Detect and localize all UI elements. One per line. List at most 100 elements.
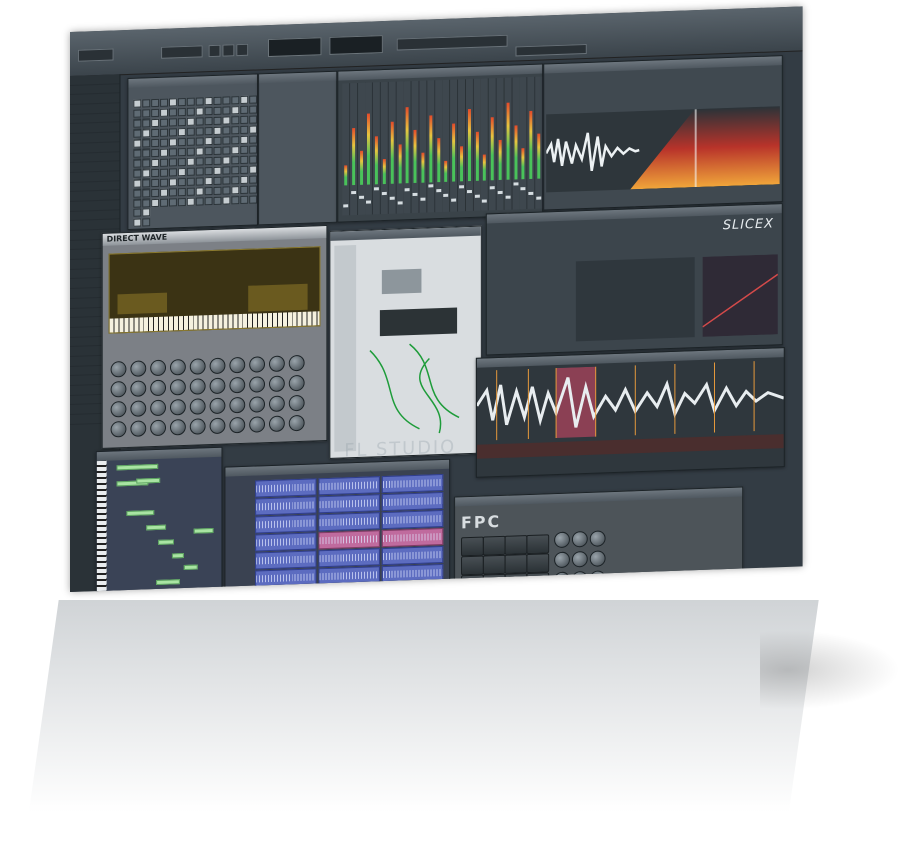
mixer-channel[interactable] bbox=[458, 79, 466, 212]
pattern-clip[interactable] bbox=[381, 509, 444, 530]
tempo-display[interactable] bbox=[268, 37, 322, 58]
knob[interactable] bbox=[189, 398, 206, 415]
volume-fader[interactable] bbox=[443, 193, 449, 197]
knob[interactable] bbox=[268, 355, 285, 373]
knob[interactable] bbox=[589, 550, 606, 567]
step-cell[interactable] bbox=[151, 198, 160, 208]
step-cell[interactable] bbox=[213, 196, 222, 205]
knob[interactable] bbox=[229, 416, 246, 434]
drum-pad[interactable] bbox=[526, 591, 550, 592]
pattern-clip[interactable] bbox=[255, 550, 317, 570]
step-cell[interactable] bbox=[240, 195, 249, 205]
module-list[interactable] bbox=[334, 245, 357, 452]
mixer-channel[interactable] bbox=[396, 81, 405, 214]
volume-fader[interactable] bbox=[389, 196, 395, 200]
knob[interactable] bbox=[288, 374, 305, 392]
module-box[interactable] bbox=[381, 268, 422, 295]
mixer-channel[interactable] bbox=[342, 83, 351, 216]
volume-fader[interactable] bbox=[397, 201, 403, 205]
pattern-clip[interactable] bbox=[255, 478, 317, 498]
volume-fader[interactable] bbox=[420, 197, 426, 201]
step-cell[interactable] bbox=[142, 218, 151, 227]
knob[interactable] bbox=[110, 401, 127, 418]
step-cell[interactable] bbox=[231, 196, 240, 205]
mixer-channel[interactable] bbox=[427, 80, 436, 213]
volume-fader[interactable] bbox=[435, 189, 441, 193]
pattern-clip[interactable] bbox=[381, 527, 444, 548]
pattern-clip[interactable] bbox=[255, 496, 317, 516]
zone-block[interactable] bbox=[248, 283, 308, 312]
effect-module[interactable] bbox=[379, 307, 458, 337]
knob[interactable] bbox=[249, 376, 266, 393]
step-cell[interactable] bbox=[195, 197, 204, 206]
knob[interactable] bbox=[571, 550, 588, 568]
knob[interactable] bbox=[554, 571, 570, 589]
knob[interactable] bbox=[169, 398, 186, 416]
shortcut-bar[interactable] bbox=[396, 34, 508, 51]
pattern-clip[interactable] bbox=[255, 532, 317, 552]
knob[interactable] bbox=[169, 378, 186, 396]
step-cell[interactable] bbox=[142, 199, 151, 208]
pattern-clip[interactable] bbox=[318, 512, 380, 532]
pattern-clip[interactable] bbox=[318, 530, 380, 550]
mixer-channel[interactable] bbox=[488, 78, 497, 211]
pattern-clip[interactable] bbox=[318, 548, 380, 568]
drum-pad[interactable] bbox=[504, 573, 528, 592]
knob[interactable] bbox=[229, 396, 246, 414]
knob[interactable] bbox=[268, 415, 285, 433]
knob[interactable] bbox=[571, 570, 588, 588]
volume-fader[interactable] bbox=[520, 187, 526, 191]
volume-fader[interactable] bbox=[366, 200, 372, 204]
knob[interactable] bbox=[288, 354, 305, 372]
drum-pad[interactable] bbox=[526, 572, 550, 592]
knob[interactable] bbox=[150, 419, 167, 437]
knob[interactable] bbox=[209, 377, 226, 395]
mixer-channel[interactable] bbox=[349, 82, 358, 216]
waveform-display[interactable] bbox=[546, 106, 780, 193]
volume-fader[interactable] bbox=[513, 182, 519, 186]
mixer-channel[interactable] bbox=[388, 81, 397, 214]
stop-button[interactable] bbox=[222, 44, 235, 57]
volume-fader[interactable] bbox=[381, 191, 387, 196]
knob[interactable] bbox=[130, 360, 147, 377]
step-cell[interactable] bbox=[160, 198, 169, 207]
note[interactable] bbox=[158, 539, 174, 545]
volume-fader[interactable] bbox=[405, 188, 410, 192]
mixer-channel[interactable] bbox=[434, 79, 443, 213]
knob[interactable] bbox=[150, 399, 167, 417]
knob[interactable] bbox=[229, 356, 246, 374]
pattern-clip[interactable] bbox=[255, 514, 317, 534]
drum-pad[interactable] bbox=[482, 554, 506, 575]
pattern-clip[interactable] bbox=[381, 563, 444, 584]
knob[interactable] bbox=[189, 418, 206, 435]
volume-fader[interactable] bbox=[528, 191, 534, 195]
keyboard[interactable] bbox=[109, 311, 320, 333]
knob[interactable] bbox=[554, 551, 570, 569]
knob[interactable] bbox=[150, 379, 167, 397]
step-cell[interactable] bbox=[186, 197, 195, 206]
mixer-channel[interactable] bbox=[535, 76, 544, 209]
pattern-selector[interactable] bbox=[161, 45, 203, 59]
pattern-clip[interactable] bbox=[318, 584, 380, 592]
knob[interactable] bbox=[268, 395, 285, 413]
note[interactable] bbox=[156, 579, 180, 585]
envelope-graph[interactable] bbox=[702, 254, 778, 337]
mixer-channel[interactable] bbox=[473, 78, 482, 211]
drum-pad[interactable] bbox=[461, 536, 484, 557]
volume-fader[interactable] bbox=[374, 187, 380, 191]
note[interactable] bbox=[116, 463, 159, 471]
knob[interactable] bbox=[589, 570, 606, 587]
mixer-channel[interactable] bbox=[450, 79, 459, 212]
knob[interactable] bbox=[268, 375, 285, 393]
mixer-channel[interactable] bbox=[527, 76, 536, 210]
pattern-clip[interactable] bbox=[318, 476, 380, 496]
pattern-clip[interactable] bbox=[381, 473, 444, 494]
pattern-clip[interactable] bbox=[318, 566, 380, 586]
drum-pad[interactable] bbox=[504, 535, 528, 555]
knob[interactable] bbox=[589, 530, 606, 547]
zone-block[interactable] bbox=[117, 292, 168, 315]
knob[interactable] bbox=[288, 394, 305, 412]
pattern-clip[interactable] bbox=[255, 568, 317, 588]
mixer-channel[interactable] bbox=[357, 82, 366, 215]
knob[interactable] bbox=[130, 380, 147, 397]
